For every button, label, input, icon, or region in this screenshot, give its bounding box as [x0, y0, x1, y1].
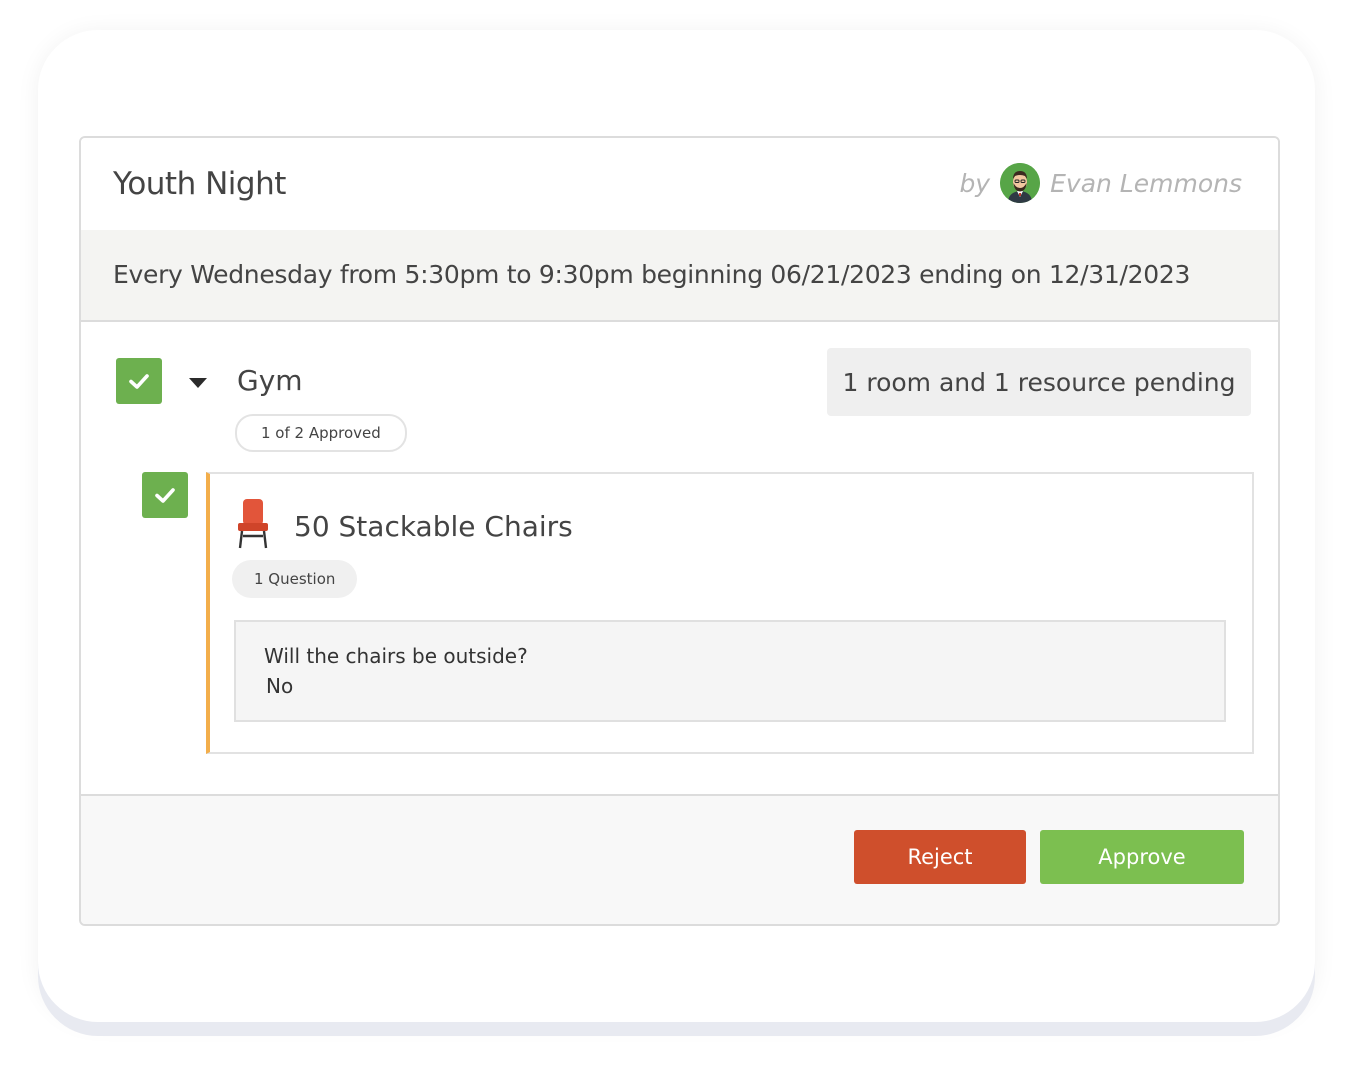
checkmark-icon: [129, 374, 149, 389]
author-info: by Evan Lemmons: [959, 162, 1242, 204]
room-approve-checkbox[interactable]: [116, 358, 162, 404]
question-answer-box: Will the chairs be outside? No: [234, 620, 1226, 722]
action-footer: Reject Approve: [81, 794, 1278, 924]
resource-approve-checkbox[interactable]: [142, 472, 188, 518]
pending-summary: 1 room and 1 resource pending: [827, 348, 1251, 416]
schedule-bar: Every Wednesday from 5:30pm to 9:30pm be…: [81, 230, 1278, 322]
schedule-text: Every Wednesday from 5:30pm to 9:30pm be…: [113, 260, 1191, 289]
card-header: Youth Night by Evan Lemmons: [81, 138, 1278, 232]
question-count-badge: 1 Question: [232, 560, 358, 598]
checkmark-icon: [155, 488, 175, 503]
event-approval-card: Youth Night by Evan Lemmons Every Wednes…: [79, 136, 1280, 926]
chair-icon: [238, 499, 268, 549]
by-label: by: [959, 168, 991, 198]
answer-text: No: [266, 674, 294, 698]
reject-button[interactable]: Reject: [854, 830, 1026, 884]
approval-status-badge: 1 of 2 Approved: [235, 414, 407, 452]
chevron-down-icon[interactable]: [189, 378, 207, 388]
question-text: Will the chairs be outside?: [264, 644, 528, 668]
resource-card: 50 Stackable Chairs 1 Question Will the …: [206, 472, 1254, 754]
room-name: Gym: [237, 364, 303, 397]
resource-name: 50 Stackable Chairs: [294, 510, 573, 543]
approve-button[interactable]: Approve: [1040, 830, 1244, 884]
event-title: Youth Night: [113, 166, 286, 202]
avatar[interactable]: [1000, 163, 1041, 203]
author-name[interactable]: Evan Lemmons: [1050, 169, 1242, 198]
